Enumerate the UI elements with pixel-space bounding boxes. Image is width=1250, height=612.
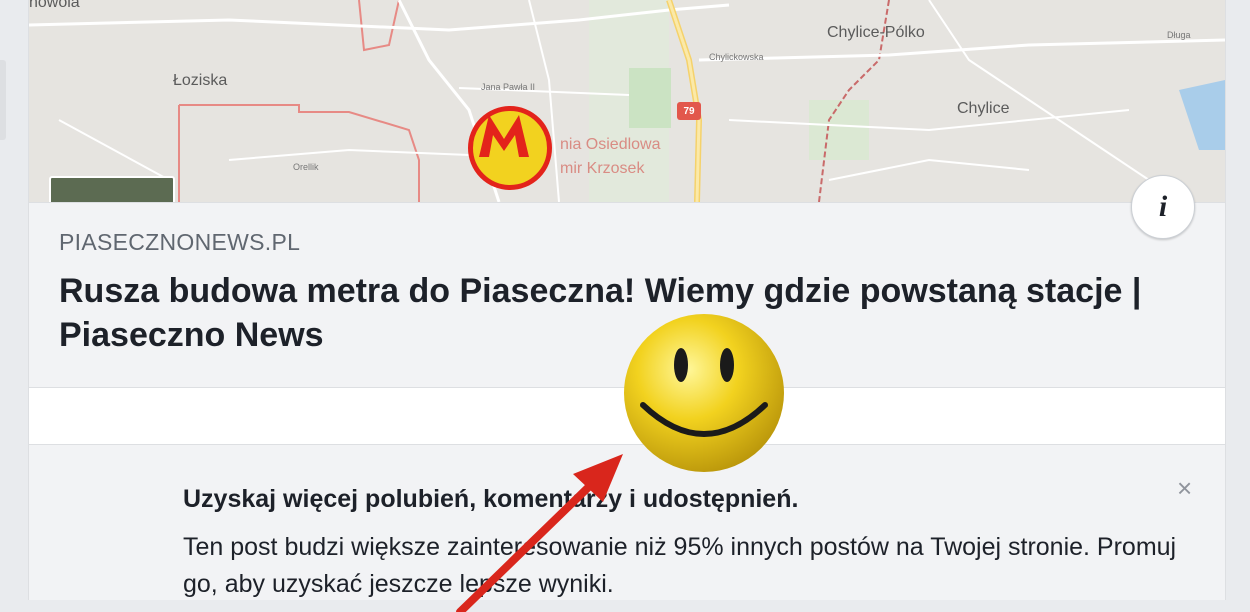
smiley-face-icon xyxy=(624,314,784,472)
link-domain: PIASECZNONEWS.PL xyxy=(59,229,301,255)
right-gutter xyxy=(1224,0,1250,600)
left-gutter xyxy=(0,0,28,600)
map-label-street: Jana Pawła II xyxy=(481,82,536,92)
red-arrow-annotation xyxy=(456,454,623,612)
close-icon[interactable]: × xyxy=(1177,473,1192,504)
map-label-street-2: Chylickowska xyxy=(709,52,764,62)
metro-logo xyxy=(468,106,552,190)
link-headline[interactable]: Rusza budowa metra do Piaseczna! Wiemy g… xyxy=(59,269,1169,357)
map-label-chylice: Chylice xyxy=(957,100,1010,117)
road-number-badge: 79 xyxy=(677,102,701,120)
map-label-street-4: Orellik xyxy=(293,162,319,172)
info-button[interactable]: i xyxy=(1131,175,1195,239)
map-label-poi-1: nia Osiedlowa xyxy=(560,136,661,153)
map-label-poi-2: mir Krzosek xyxy=(560,160,645,177)
map-image[interactable]: nowola Łoziska Chylice-Pólko Chylice Jan… xyxy=(29,0,1225,202)
gutter-tab xyxy=(0,60,6,140)
map-label-nowola: nowola xyxy=(29,0,80,11)
map-label-street-3: Długa xyxy=(1167,30,1191,40)
map-label-loziska: Łoziska xyxy=(173,72,228,89)
metro-m-icon xyxy=(479,115,529,157)
satellite-thumbnail[interactable] xyxy=(49,176,175,202)
map-label-chylice-polko: Chylice-Pólko xyxy=(827,24,925,41)
promo-body: Ten post budzi większe zainteresowanie n… xyxy=(183,533,1177,598)
